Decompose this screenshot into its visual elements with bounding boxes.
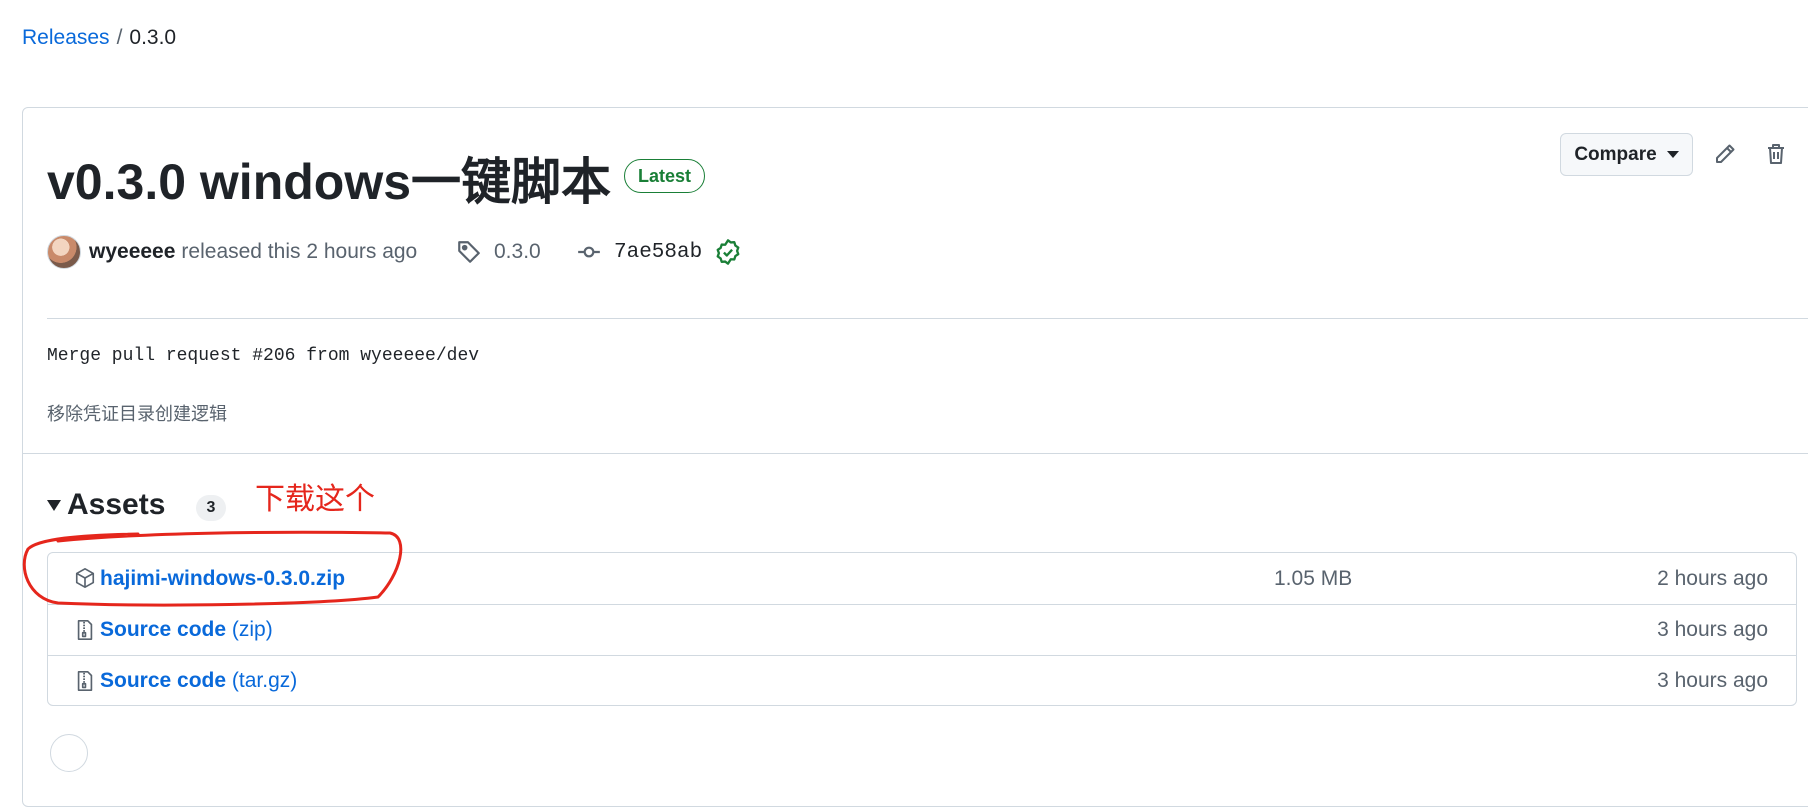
breadcrumb-releases-link[interactable]: Releases — [22, 26, 110, 49]
asset-row: Source code (tar.gz) 3 hours ago — [48, 655, 1796, 706]
caret-down-icon — [1666, 151, 1679, 158]
breadcrumb: Releases / 0.3.0 — [22, 26, 176, 50]
asset-time: 2 hours ago — [1657, 566, 1768, 590]
file-zip-icon — [77, 671, 93, 691]
breadcrumb-separator: / — [116, 26, 123, 49]
red-circle-annotation — [22, 530, 403, 607]
compare-button[interactable]: Compare — [1560, 133, 1693, 176]
source-code-zip-link[interactable]: Source code (zip) — [100, 618, 273, 642]
verified-icon[interactable] — [714, 238, 742, 266]
commit-link[interactable]: 7ae58ab — [576, 235, 742, 269]
release-notes-line-2: 移除凭证目录创建逻辑 — [47, 404, 227, 425]
tag-link[interactable]: 0.3.0 — [456, 235, 541, 269]
assets-divider — [22, 453, 1808, 454]
trash-icon — [1768, 144, 1784, 164]
release-title: v0.3.0 windows一键脚本 — [47, 154, 612, 210]
annotation-text: 下载这个 — [255, 482, 375, 517]
file-zip-icon — [77, 620, 93, 640]
commit-sha: 7ae58ab — [614, 240, 703, 264]
assets-count-badge: 3 — [196, 495, 226, 521]
latest-badge: Latest — [624, 159, 706, 193]
asset-time: 3 hours ago — [1657, 669, 1768, 692]
breadcrumb-current: 0.3.0 — [129, 26, 177, 49]
triangle-down-icon — [47, 499, 61, 511]
released-text: released this 2 hours ago — [181, 240, 418, 263]
git-commit-icon — [578, 246, 600, 258]
release-notes-line-1: Merge pull request #206 from wyeeeee/dev — [47, 346, 480, 366]
header-divider — [47, 318, 1808, 319]
author-link[interactable]: wyeeeee — [89, 240, 175, 264]
asset-size: 1.05 MB — [1274, 566, 1353, 590]
avatar[interactable] — [47, 235, 81, 269]
delete-button[interactable] — [1762, 140, 1790, 168]
asset-time: 3 hours ago — [1657, 618, 1768, 641]
reaction-button[interactable] — [50, 734, 88, 772]
source-code-targz-link[interactable]: Source code (tar.gz) — [100, 669, 297, 693]
assets-toggle[interactable]: Assets — [47, 488, 165, 522]
pencil-icon — [1716, 144, 1735, 163]
asset-row: Source code (zip) 3 hours ago — [48, 604, 1796, 655]
edit-button[interactable] — [1711, 140, 1739, 168]
tag-icon — [458, 241, 480, 263]
compare-label: Compare — [1574, 143, 1657, 165]
release-meta: wyeeeee released this 2 hours ago — [47, 235, 417, 269]
assets-heading: Assets — [67, 488, 166, 521]
tag-label: 0.3.0 — [494, 240, 541, 263]
